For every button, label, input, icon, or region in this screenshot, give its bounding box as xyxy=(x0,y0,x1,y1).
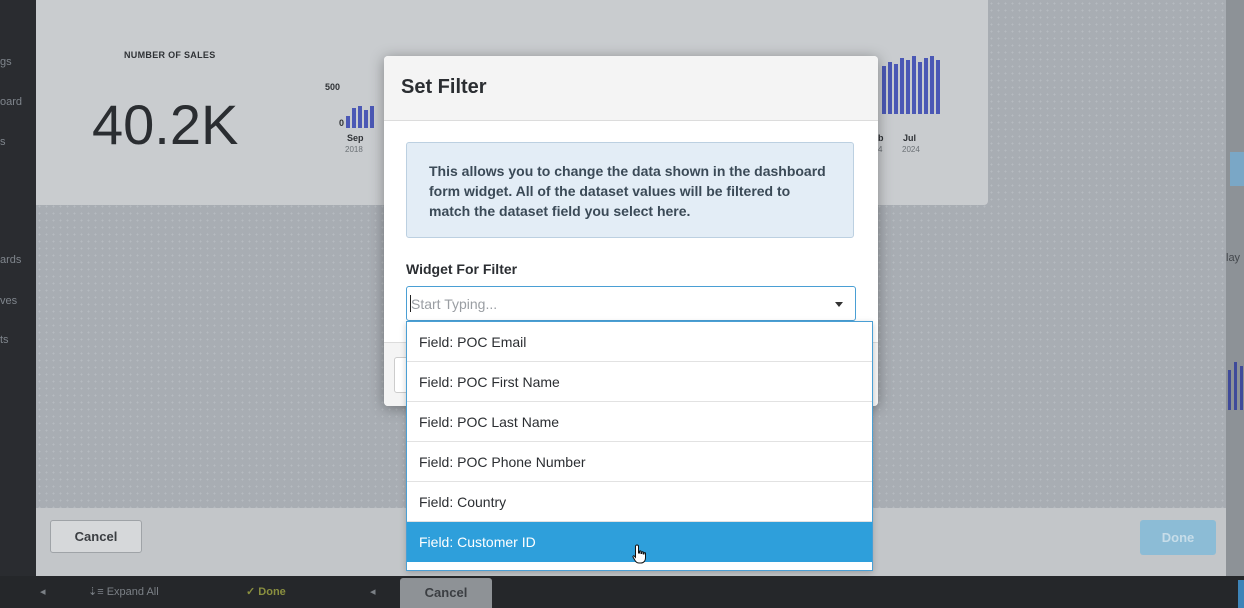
chart-month-label: Jul xyxy=(903,133,917,143)
editor-done-button[interactable]: Done xyxy=(1140,520,1216,555)
editor-cancel-button[interactable]: Cancel xyxy=(50,520,142,553)
info-message: This allows you to change the data shown… xyxy=(406,142,854,238)
chart-y-zero: 0 xyxy=(339,118,345,128)
sidebar-item-label[interactable]: ves xyxy=(0,295,17,307)
app-sidebar: gs oard s ards ves ts xyxy=(0,0,36,608)
chevron-down-icon[interactable] xyxy=(835,302,843,307)
collapse-right-icon[interactable]: ◂ xyxy=(370,585,376,598)
dropdown-option[interactable]: Field: POC Email xyxy=(407,322,872,362)
sparkline-right xyxy=(882,56,942,114)
dropdown-option[interactable]: Field: POC First Name xyxy=(407,362,872,402)
widget-for-filter-combobox[interactable] xyxy=(406,286,856,321)
sidebar-item-label[interactable]: ts xyxy=(0,334,9,346)
sidebar-item-label[interactable]: ards xyxy=(0,254,21,266)
expand-all-label: Expand All xyxy=(106,586,159,598)
dropdown-option[interactable]: Field: POC Last Name xyxy=(407,402,872,442)
right-panel-chart xyxy=(1226,350,1244,410)
bottom-done-label: Done xyxy=(258,586,286,598)
check-icon: ✓ xyxy=(246,586,259,598)
modal-title: Set Filter xyxy=(401,76,487,98)
right-panel-label: lay xyxy=(1226,252,1241,264)
metric-label: NUMBER OF SALES xyxy=(124,50,216,60)
chart-month-label: Sep xyxy=(347,133,364,143)
sidebar-item-label[interactable]: s xyxy=(0,136,6,148)
right-panel-edge: lay xyxy=(1226,0,1244,608)
sidebar-item-label[interactable]: oard xyxy=(0,96,22,108)
widget-search-input[interactable] xyxy=(407,287,811,320)
widget-for-filter-label: Widget For Filter xyxy=(406,261,518,277)
chart-year-label: 2018 xyxy=(345,145,363,154)
expand-icon: ⇣≡ xyxy=(88,586,107,598)
expand-all-button[interactable]: ⇣≡ Expand All xyxy=(88,585,159,598)
chart-month-label: b xyxy=(878,133,884,143)
bottom-bar: ◂ ⇣≡ Expand All ✓ Done ◂ Cancel xyxy=(0,576,1244,608)
bottom-cancel-button[interactable]: Cancel xyxy=(400,578,492,608)
collapse-left-icon[interactable]: ◂ xyxy=(40,585,46,598)
sidebar-item-label[interactable]: gs xyxy=(0,56,12,68)
dropdown-option[interactable]: Field: Country xyxy=(407,482,872,522)
chart-year-label: 2024 xyxy=(902,145,920,154)
dropdown-option[interactable]: Field: POC Phone Number xyxy=(407,442,872,482)
modal-header: Set Filter xyxy=(384,56,878,121)
sparkline-left xyxy=(346,78,382,128)
chart-year-label: 4 xyxy=(878,145,883,154)
hand-pointer-icon xyxy=(632,544,646,564)
right-panel-tab[interactable] xyxy=(1230,152,1244,186)
chart-y-tick: 500 xyxy=(325,82,341,92)
metric-value: 40.2K xyxy=(92,93,239,156)
field-options-dropdown: Field: POC Email Field: POC First Name F… xyxy=(406,321,873,571)
bottom-right-accent xyxy=(1238,580,1244,608)
bottom-done-button[interactable]: ✓ Done xyxy=(246,585,286,598)
